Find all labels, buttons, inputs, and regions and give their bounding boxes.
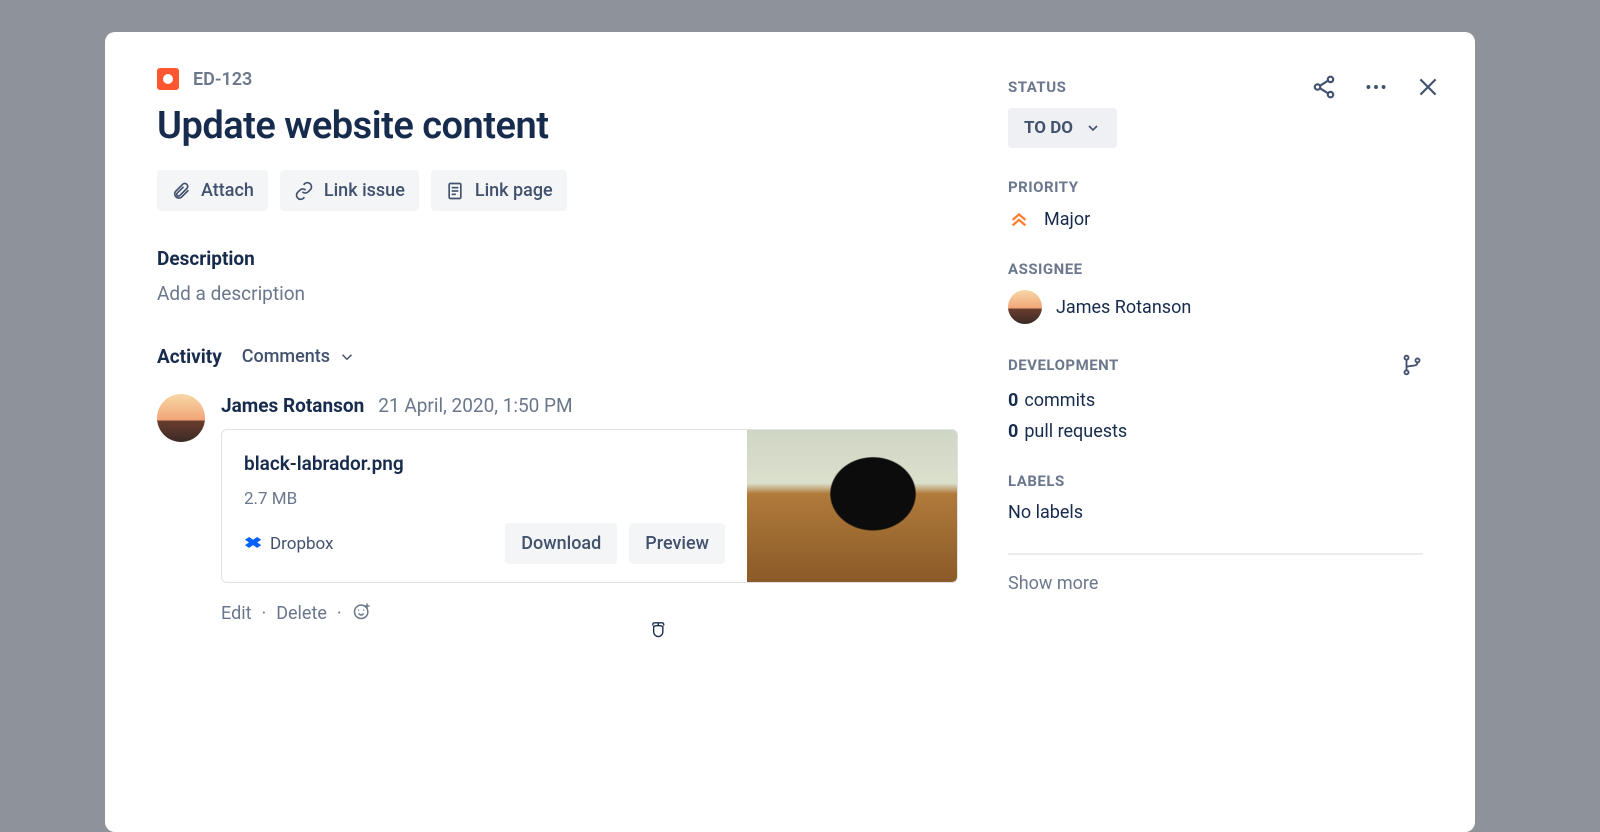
description-placeholder[interactable]: Add a description (157, 282, 958, 305)
header-actions (1311, 74, 1441, 100)
branch-icon[interactable] (1401, 354, 1423, 376)
attachment-bottom: Dropbox Download Preview (244, 523, 725, 564)
comment-actions: Edit · Delete · (221, 601, 958, 626)
attachment-source[interactable]: Dropbox (244, 534, 334, 554)
issue-header: ED-123 (157, 68, 958, 90)
comment-author[interactable]: James Rotanson (221, 394, 364, 417)
issue-key[interactable]: ED-123 (193, 69, 252, 90)
status-dropdown[interactable]: TO DO (1008, 108, 1117, 148)
attachment-size: 2.7 MB (244, 489, 725, 509)
labels-value[interactable]: No labels (1008, 502, 1423, 523)
attachment-card: black-labrador.png 2.7 MB Dropbox Downlo… (221, 429, 958, 583)
activity-heading: Activity (157, 345, 222, 368)
issue-modal: ED-123 Update website content Attach Lin… (105, 32, 1475, 832)
show-more-button[interactable]: Show more (1008, 573, 1423, 594)
comment-body: James Rotanson 21 April, 2020, 1:50 PM b… (221, 394, 958, 626)
activity-tab-comments[interactable]: Comments (242, 346, 356, 367)
comment-avatar[interactable] (157, 394, 205, 442)
activity-tab-label: Comments (242, 346, 330, 367)
commits-label: commits (1024, 390, 1095, 411)
comment-delete-button[interactable]: Delete (276, 603, 327, 624)
link-issue-button[interactable]: Link issue (280, 170, 419, 211)
issue-type-icon (157, 68, 179, 90)
priority-field[interactable]: Major (1008, 208, 1423, 230)
attachment-thumbnail[interactable] (747, 430, 957, 582)
priority-value: Major (1044, 209, 1090, 230)
comment-meta: James Rotanson 21 April, 2020, 1:50 PM (221, 394, 958, 417)
development-label: DEVELOPMENT (1008, 356, 1119, 374)
attach-label: Attach (201, 180, 254, 201)
activity-header: Activity Comments (157, 345, 958, 368)
chevron-down-icon (338, 348, 356, 366)
chevron-down-icon (1085, 120, 1101, 136)
labels-label: LABELS (1008, 472, 1423, 490)
attachment-source-label: Dropbox (270, 534, 334, 554)
commits-line[interactable]: 0 commits (1008, 390, 1423, 411)
attachment-info: black-labrador.png 2.7 MB Dropbox Downlo… (222, 430, 747, 582)
action-row: Attach Link issue Link page (157, 170, 958, 211)
pull-requests-line[interactable]: 0 pull requests (1008, 421, 1423, 442)
side-column: STATUS TO DO PRIORITY Major ASSIGNEE Jam… (1008, 68, 1423, 832)
dropbox-icon (244, 535, 262, 553)
assignee-value: James Rotanson (1056, 297, 1191, 318)
link-page-button[interactable]: Link page (431, 170, 567, 211)
development-block: 0 commits 0 pull requests (1008, 390, 1423, 442)
main-column: ED-123 Update website content Attach Lin… (157, 68, 958, 832)
priority-label: PRIORITY (1008, 178, 1423, 196)
development-header: DEVELOPMENT (1008, 354, 1423, 376)
download-button[interactable]: Download (505, 523, 617, 564)
prs-label: pull requests (1024, 421, 1127, 442)
divider (1008, 553, 1423, 555)
preview-button[interactable]: Preview (629, 523, 725, 564)
page-icon (445, 181, 465, 201)
add-reaction-button[interactable] (352, 601, 372, 626)
share-icon[interactable] (1311, 74, 1337, 100)
priority-major-icon (1008, 208, 1030, 230)
comment-timestamp: 21 April, 2020, 1:50 PM (378, 394, 572, 417)
assignee-field[interactable]: James Rotanson (1008, 290, 1423, 324)
more-icon[interactable] (1363, 74, 1389, 100)
link-issue-label: Link issue (324, 180, 405, 201)
attach-button[interactable]: Attach (157, 170, 268, 211)
commits-count: 0 (1008, 390, 1018, 411)
assignee-label: ASSIGNEE (1008, 260, 1423, 278)
close-icon[interactable] (1415, 74, 1441, 100)
prs-count: 0 (1008, 421, 1018, 442)
paperclip-icon (171, 181, 191, 201)
issue-title[interactable]: Update website content (157, 104, 958, 148)
assignee-avatar (1008, 290, 1042, 324)
link-icon (294, 181, 314, 201)
status-value: TO DO (1024, 118, 1073, 138)
emoji-add-icon (352, 601, 372, 621)
comment: James Rotanson 21 April, 2020, 1:50 PM b… (157, 394, 958, 626)
attachment-filename[interactable]: black-labrador.png (244, 452, 725, 475)
comment-edit-button[interactable]: Edit (221, 603, 251, 624)
description-heading: Description (157, 247, 958, 270)
link-page-label: Link page (475, 180, 553, 201)
